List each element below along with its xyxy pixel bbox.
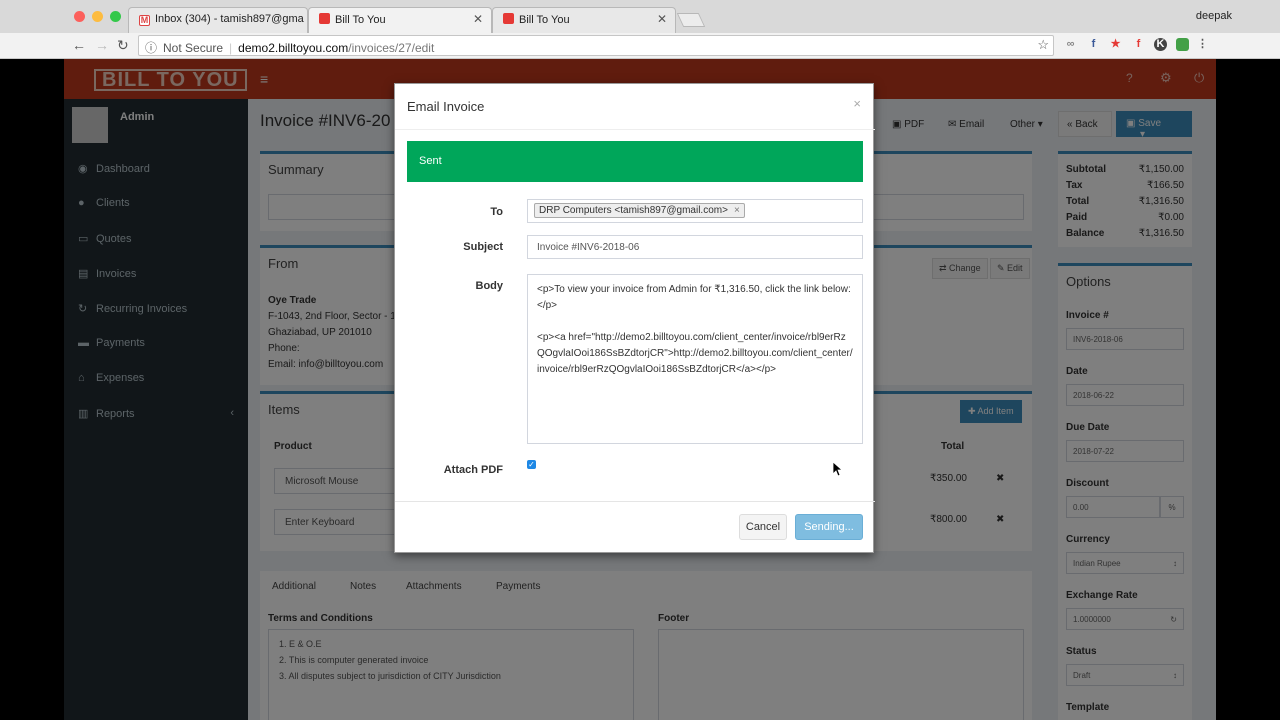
extension-link-icon[interactable]: ∞ bbox=[1064, 38, 1077, 51]
attach-pdf-checkbox[interactable]: ✓ bbox=[527, 460, 536, 469]
browser-toolbar: ← → ↻ ⓘ Not Secure | demo2.billtoyou.com/in… bbox=[0, 33, 1280, 59]
remove-recipient-icon[interactable]: × bbox=[734, 205, 740, 216]
success-alert: Sent bbox=[407, 141, 863, 182]
close-window-icon[interactable] bbox=[74, 11, 85, 22]
browser-tab-bar: M Inbox (304) - tamish897@gma Bill To You… bbox=[0, 0, 1280, 33]
tab-label: Bill To You bbox=[519, 14, 570, 26]
star-extension-icon[interactable]: ★ bbox=[1109, 38, 1122, 51]
browser-tab-billtoyou-active[interactable]: Bill To You ✕ bbox=[308, 7, 492, 33]
maximize-window-icon[interactable] bbox=[110, 11, 121, 22]
bookmark-star-icon[interactable]: ☆ bbox=[1037, 37, 1049, 53]
tab-label: Bill To You bbox=[335, 14, 386, 26]
reload-icon[interactable]: ↻ bbox=[117, 37, 129, 54]
browser-tab-gmail[interactable]: M Inbox (304) - tamish897@gma bbox=[128, 7, 308, 33]
subject-label: Subject bbox=[463, 241, 503, 253]
billtoyou-favicon-icon bbox=[319, 13, 330, 24]
facebook-extension-icon[interactable]: f bbox=[1087, 38, 1100, 51]
forward-arrow-icon[interactable]: → bbox=[95, 37, 109, 53]
subject-input[interactable]: Invoice #INV6-2018-06 bbox=[527, 235, 863, 259]
body-line: <p><a href="http://demo2.billtoyou.com/c… bbox=[537, 332, 853, 375]
mouse-cursor-icon bbox=[833, 462, 843, 477]
url-host: demo2.billtoyou.com bbox=[238, 41, 349, 55]
back-arrow-icon[interactable]: ← bbox=[72, 37, 86, 53]
facebook-red-extension-icon[interactable]: f bbox=[1132, 38, 1145, 51]
tab-label: Inbox (304) - tamish897@gma bbox=[155, 13, 304, 25]
send-button[interactable]: Sending... bbox=[795, 514, 863, 540]
to-label: To bbox=[490, 206, 503, 218]
security-label: Not Secure bbox=[163, 41, 224, 55]
body-line: <p>To view your invoice from Admin for ₹… bbox=[537, 284, 851, 311]
close-icon[interactable]: × bbox=[853, 96, 861, 111]
chart-extension-icon[interactable] bbox=[1176, 38, 1189, 51]
close-tab-icon[interactable]: ✕ bbox=[657, 12, 667, 26]
modal-header-divider bbox=[395, 129, 875, 130]
gmail-icon: M bbox=[139, 15, 150, 26]
attach-pdf-label: Attach PDF bbox=[443, 464, 503, 476]
modal-title: Email Invoice bbox=[407, 99, 485, 114]
close-tab-icon[interactable]: ✕ bbox=[473, 12, 483, 26]
recipient-tag: DRP Computers <tamish897@gmail.com> × bbox=[534, 203, 745, 218]
minimize-window-icon[interactable] bbox=[92, 11, 103, 22]
billtoyou-favicon-icon bbox=[503, 13, 514, 24]
screen: M Inbox (304) - tamish897@gma Bill To You… bbox=[0, 0, 1280, 720]
to-field[interactable]: DRP Computers <tamish897@gmail.com> × bbox=[527, 199, 863, 223]
info-icon[interactable]: ⓘ bbox=[145, 41, 157, 55]
body-label: Body bbox=[475, 280, 504, 292]
profile-name[interactable]: deepak bbox=[1196, 10, 1232, 22]
k-extension-icon[interactable]: K bbox=[1154, 38, 1167, 51]
address-bar[interactable]: ⓘ Not Secure | demo2.billtoyou.com/invoices… bbox=[138, 35, 1054, 56]
browser-tab-billtoyou[interactable]: Bill To You ✕ bbox=[492, 7, 676, 33]
body-textarea[interactable]: <p>To view your invoice from Admin for ₹… bbox=[527, 274, 863, 444]
new-tab-button[interactable] bbox=[676, 13, 706, 27]
cancel-button[interactable]: Cancel bbox=[739, 514, 787, 540]
browser-menu-icon[interactable]: ⋮ bbox=[1196, 38, 1209, 51]
modal-footer-divider bbox=[395, 501, 875, 502]
email-invoice-modal: Email Invoice × Sent To DRP Computers <t… bbox=[394, 83, 875, 553]
url-path: /invoices/27/edit bbox=[348, 41, 435, 55]
